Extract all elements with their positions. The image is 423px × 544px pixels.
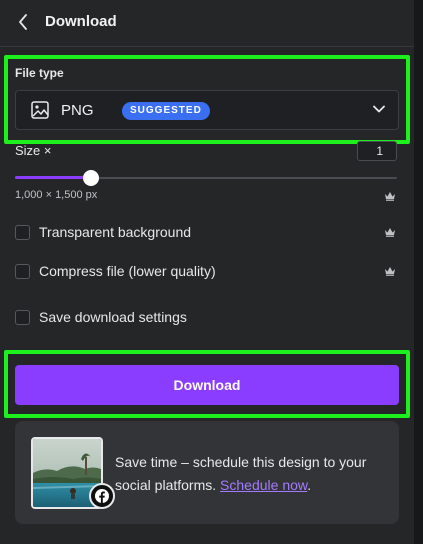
chevron-down-icon xyxy=(373,105,385,113)
scrollbar[interactable] xyxy=(414,0,423,544)
promo-tail: . xyxy=(307,477,312,493)
size-label: Size × xyxy=(15,143,52,158)
promo-text: Save time – schedule this design to your… xyxy=(115,451,385,497)
file-type-select[interactable]: PNG SUGGESTED xyxy=(15,90,399,130)
size-slider-thumb[interactable] xyxy=(83,170,99,186)
chevron-left-icon xyxy=(19,14,27,30)
schedule-now-link[interactable]: Schedule now xyxy=(220,477,307,493)
suggested-badge: SUGGESTED xyxy=(122,102,210,120)
size-slider-fill xyxy=(15,176,91,179)
file-type-value: PNG xyxy=(61,102,94,119)
save-download-settings-label: Save download settings xyxy=(39,309,187,325)
download-button[interactable]: Download xyxy=(15,365,399,405)
crown-icon xyxy=(385,267,395,276)
size-input[interactable] xyxy=(357,141,397,161)
image-icon xyxy=(31,101,49,119)
panel-title: Download xyxy=(45,13,117,30)
download-panel: Download File type PNG SUGGESTED Size × … xyxy=(0,0,414,544)
transparent-background-checkbox[interactable] xyxy=(15,225,30,240)
facebook-icon xyxy=(89,483,115,509)
compress-file-checkbox[interactable] xyxy=(15,264,30,279)
file-type-label: File type xyxy=(15,66,64,80)
compress-file-label: Compress file (lower quality) xyxy=(39,263,216,279)
transparent-background-label: Transparent background xyxy=(39,224,192,240)
panel-header: Download xyxy=(0,0,414,47)
crown-icon xyxy=(385,228,395,237)
back-button[interactable] xyxy=(12,10,34,34)
save-download-settings-checkbox[interactable] xyxy=(15,310,30,325)
schedule-promo-card: Save time – schedule this design to your… xyxy=(15,421,399,524)
dimensions-text: 1,000 × 1,500 px xyxy=(15,189,98,201)
crown-icon xyxy=(385,192,395,201)
